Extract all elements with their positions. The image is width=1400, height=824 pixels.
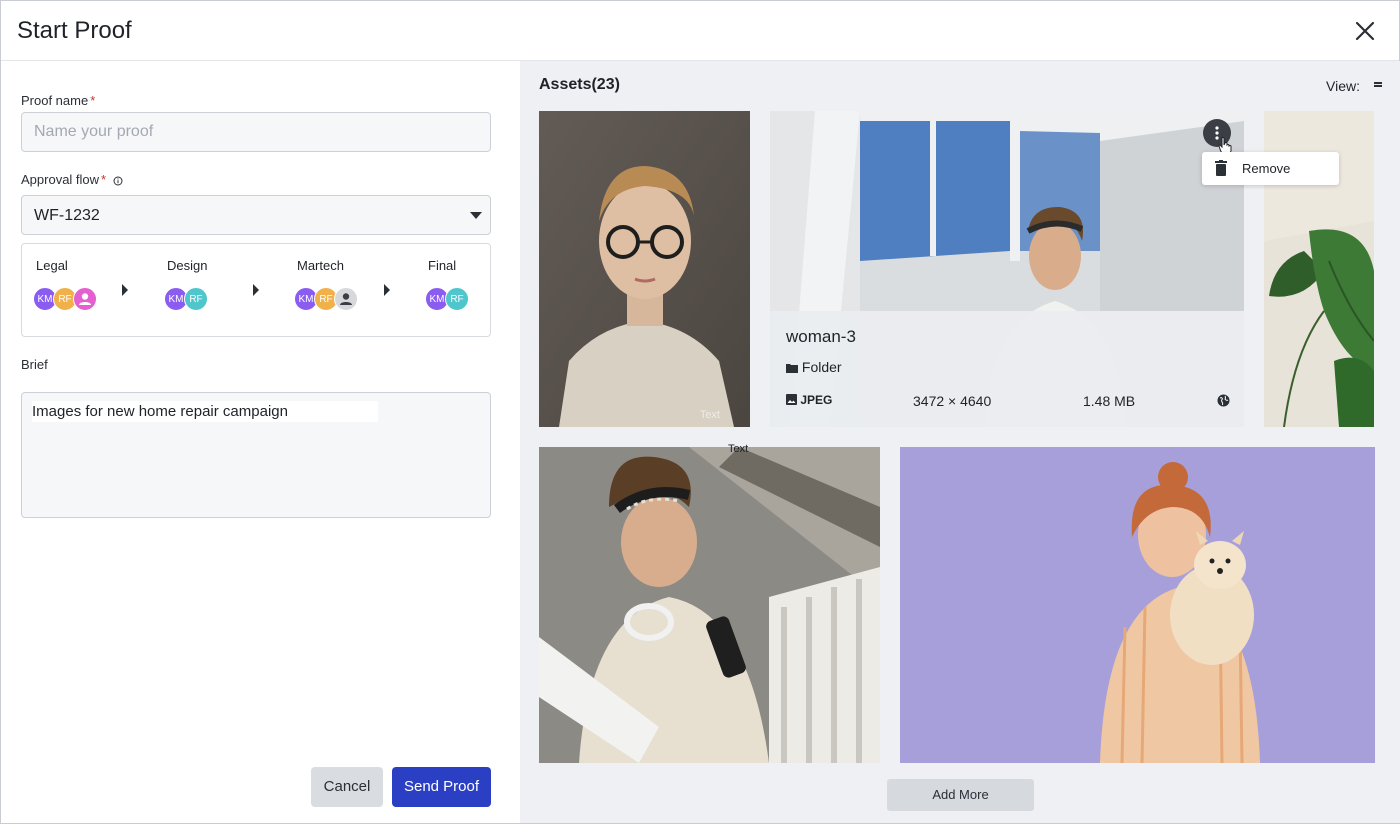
assets-title: Assets(23) [539,76,620,93]
asset-type: JPEG [786,393,832,407]
trash-icon [1215,160,1227,176]
proof-name-input[interactable] [21,112,491,152]
stage-avatars: KM RF [294,287,363,311]
asset-dimensions: 3472 × 4640 [913,393,992,409]
stage-avatars: KM RF [164,287,213,311]
globe-icon[interactable] [1217,394,1230,407]
avatar[interactable]: RF [445,287,469,311]
asset-tile[interactable] [900,447,1375,763]
chevron-down-icon [470,212,482,219]
asset-type-label: JPEG [800,393,833,407]
dialog-title: Start Proof [17,17,132,44]
user-icon [79,293,91,305]
approval-flow-value: WF-1232 [34,207,100,224]
approval-flow-label-text: Approval flow [21,172,100,187]
asset-context-menu: Remove [1202,152,1339,185]
stage-legal: Legal KM RF [33,258,102,311]
asset-tile[interactable] [539,447,880,763]
required-mark: * [90,93,96,108]
brief-label: Brief [21,357,48,372]
stage-avatars: KM RF [33,287,102,311]
add-more-button[interactable]: Add More [887,779,1034,811]
avatar[interactable] [334,287,358,311]
dialog-header: Start Proof [1,1,1399,61]
approval-flow-label: Approval flow * [21,172,123,187]
folder-label: Folder [801,359,842,375]
menu-item-label: Remove [1242,161,1291,176]
stage-name: Final [428,258,457,273]
close-icon [1355,21,1375,41]
asset-thumbnail [539,447,880,763]
stage-final: Final KM RF [425,258,474,311]
asset-tile[interactable]: Text [539,111,750,427]
asset-tile-selected[interactable]: woman-3 Folder JPEG 3472 × 4640 1.48 MB [770,111,1244,427]
close-button[interactable] [1353,19,1377,43]
approval-flow-select[interactable]: WF-1232 [21,195,491,235]
proof-form: Proof name* Approval flow* WF-1232 Legal… [1,61,519,823]
floating-text-label: Text [728,443,749,455]
send-proof-button[interactable]: Send Proof [392,767,491,807]
asset-thumbnail [539,111,750,427]
watermark-text: Text [699,409,720,421]
brief-textarea[interactable]: Images for new home repair campaign [21,392,491,518]
menu-item-remove[interactable]: Remove [1202,152,1339,185]
list-view-icon[interactable] [1374,82,1382,88]
asset-folder[interactable]: Folder [786,359,842,375]
stage-martech: Martech KM RF [294,258,363,311]
assets-panel: Assets(23) View: Text woman-3 Folder JPE… [520,61,1400,823]
user-icon [340,293,352,305]
proof-name-label-text: Proof name [21,93,89,108]
asset-name: woman-3 [786,327,856,346]
brief-text: Images for new home repair campaign [32,401,378,422]
info-icon[interactable] [113,176,123,186]
stage-arrow-icon [122,284,128,296]
stage-name: Legal [36,258,68,273]
image-icon [786,394,797,405]
asset-thumbnail [900,447,1375,763]
stage-design: Design KM RF [164,258,213,311]
approval-flow-stages: Legal KM RF Design KM RF Martech KM RF F… [21,243,491,337]
folder-icon [786,364,798,373]
asset-filesize: 1.48 MB [1083,393,1136,409]
avatar[interactable]: RF [184,287,208,311]
stage-arrow-icon [384,284,390,296]
view-label: View: [1326,78,1360,94]
stage-arrow-icon [253,284,259,296]
avatar[interactable] [73,287,97,311]
proof-name-label: Proof name * [21,93,95,108]
required-mark: * [101,172,107,187]
stage-avatars: KM RF [425,287,474,311]
stage-name: Martech [297,258,344,273]
start-proof-dialog: Start Proof Proof name* Approval flow* W… [0,0,1400,824]
asset-details-overlay: woman-3 Folder JPEG 3472 × 4640 1.48 MB [770,311,1244,427]
cancel-button[interactable]: Cancel [311,767,383,807]
stage-name: Design [167,258,208,273]
